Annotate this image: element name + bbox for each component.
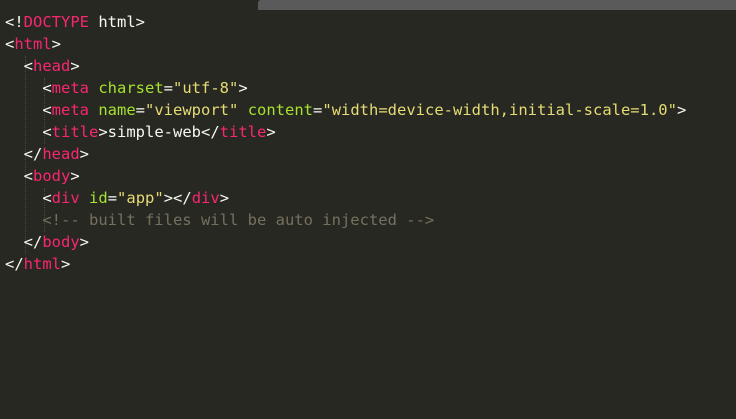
code-line: </html> xyxy=(5,253,70,275)
punctuation-token xyxy=(89,101,98,119)
tag-name-token: html xyxy=(14,35,52,53)
punctuation-token: ></ xyxy=(163,189,192,207)
punctuation-token: > xyxy=(238,79,248,97)
punctuation-token: > xyxy=(219,189,230,207)
code-line: <!-- built files will be auto injected -… xyxy=(5,209,434,231)
punctuation-token: <! xyxy=(5,13,24,31)
punctuation-token: > xyxy=(79,233,90,251)
punctuation-token: < xyxy=(5,35,15,53)
punctuation-token: </ xyxy=(23,145,43,163)
string-token: "viewport" xyxy=(145,101,239,119)
punctuation-token: > xyxy=(266,123,276,141)
punctuation-token: < xyxy=(42,101,52,119)
punctuation-token: </ xyxy=(23,233,43,251)
attribute-name-token: content xyxy=(247,101,314,119)
code-editor[interactable]: <!DOCTYPE html> <html> <head> <meta char… xyxy=(0,10,736,419)
string-token: "utf-8" xyxy=(173,79,239,97)
active-tab[interactable] xyxy=(0,0,258,10)
tag-name-token: body xyxy=(33,167,71,185)
punctuation-token xyxy=(80,189,89,207)
code-line: </head> xyxy=(5,143,89,165)
tag-name-token: meta xyxy=(51,101,89,119)
punctuation-token: = xyxy=(107,189,118,207)
code-line: <meta charset="utf-8"> xyxy=(5,77,248,99)
punctuation-token: > xyxy=(70,167,80,185)
punctuation-token xyxy=(89,79,98,97)
tag-name-token: div xyxy=(51,189,80,207)
attribute-name-token: charset xyxy=(98,79,164,97)
code-line: <html> xyxy=(5,33,61,55)
punctuation-token: < xyxy=(23,167,34,185)
punctuation-token: < xyxy=(42,79,52,97)
punctuation-token: > xyxy=(676,101,687,119)
code-line: <!DOCTYPE html> xyxy=(5,11,145,33)
punctuation-token: = xyxy=(135,101,146,119)
editor-window: <!DOCTYPE html> <html> <head> <meta char… xyxy=(0,0,736,419)
tag-name-token: html xyxy=(23,255,61,273)
punctuation-token: > xyxy=(70,57,80,75)
punctuation-token: > xyxy=(79,145,90,163)
punctuation-token xyxy=(238,101,247,119)
tab-bar-inactive-area xyxy=(258,0,736,10)
string-token: "app" xyxy=(117,189,164,207)
punctuation-token: </ xyxy=(5,255,24,273)
code-line: <meta name="viewport" content="width=dev… xyxy=(5,99,686,121)
punctuation-token: > xyxy=(51,35,62,53)
tab-bar xyxy=(0,0,736,10)
active-tab-edge xyxy=(250,0,260,10)
punctuation-token: < xyxy=(23,57,34,75)
tag-name-token: head xyxy=(42,145,80,163)
code-line: </body> xyxy=(5,231,89,253)
tag-name-token: DOCTYPE xyxy=(23,13,89,31)
tag-name-token: head xyxy=(33,57,71,75)
punctuation-token: > xyxy=(61,255,71,273)
tag-name-token: meta xyxy=(51,79,89,97)
code-line: <div id="app"></div> xyxy=(5,187,229,209)
punctuation-token: >simple-web</ xyxy=(98,123,220,141)
tag-name-token: title xyxy=(219,123,267,141)
tag-name-token: body xyxy=(42,233,80,251)
tag-name-token: div xyxy=(191,189,220,207)
code-line: <title>simple-web</title> xyxy=(5,121,276,143)
attribute-name-token: name xyxy=(98,101,136,119)
punctuation-token: = xyxy=(313,101,323,119)
code-line: <head> xyxy=(5,55,80,77)
punctuation-token: html> xyxy=(89,13,145,31)
string-token: "width=device-width,initial-scale=1.0" xyxy=(322,101,677,119)
punctuation-token: < xyxy=(42,189,52,207)
attribute-name-token: id xyxy=(89,189,108,207)
punctuation-token: < xyxy=(42,123,52,141)
comment-token: <!-- built files will be auto injected -… xyxy=(42,211,435,229)
tag-name-token: title xyxy=(51,123,99,141)
code-line: <body> xyxy=(5,165,80,187)
punctuation-token: = xyxy=(163,79,174,97)
